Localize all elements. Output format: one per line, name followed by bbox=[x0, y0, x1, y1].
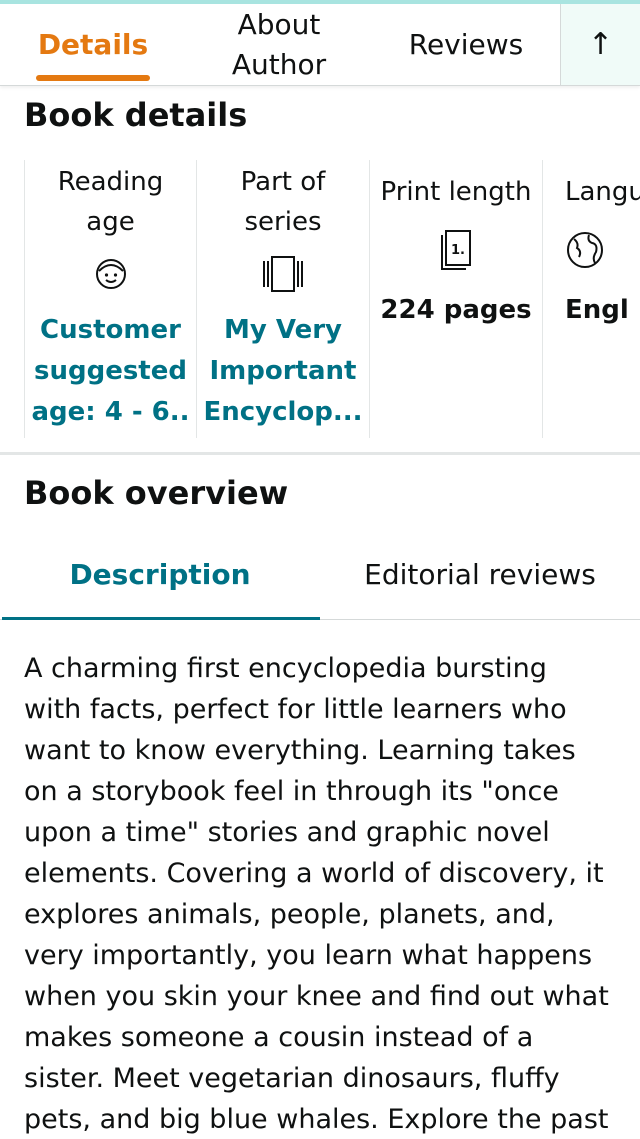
description-line: on a storybook feel in through its "once bbox=[24, 776, 559, 807]
tab-details[interactable]: Details bbox=[0, 4, 186, 85]
value-line: age: 4 - 6.. bbox=[31, 397, 190, 427]
book-overview-title: Book overview bbox=[24, 474, 289, 512]
detail-label: Print length bbox=[380, 177, 532, 207]
detail-label-line1: Reading bbox=[57, 167, 164, 197]
reading-age-link[interactable]: Customer suggested age: 4 - 6.. bbox=[31, 310, 189, 433]
detail-language[interactable]: Langu Engl bbox=[542, 160, 640, 438]
print-length-value: 224 pages bbox=[380, 295, 532, 325]
pages-icon-number: 1. bbox=[451, 243, 465, 258]
tab-reviews[interactable]: Reviews bbox=[372, 4, 560, 85]
description-line: elements. Covering a world of discovery,… bbox=[24, 858, 604, 889]
description-line: makes someone a cousin instead of a bbox=[24, 1022, 534, 1053]
tab-about-author[interactable]: About Author bbox=[186, 4, 372, 85]
detail-label: Langu bbox=[565, 177, 640, 207]
value-line: My Very bbox=[224, 315, 342, 345]
description-text: A charming first encyclopedia bursting w… bbox=[24, 648, 624, 1139]
value-line: Encyclop... bbox=[203, 397, 363, 427]
tab-editorial-reviews[interactable]: Editorial reviews bbox=[320, 540, 640, 619]
detail-label: Part of series bbox=[241, 162, 326, 242]
detail-label-line1: Part of bbox=[240, 167, 326, 197]
book-details-title: Book details bbox=[24, 96, 248, 134]
arrow-up-icon: ↑ bbox=[587, 26, 614, 62]
tab-about-author-line1: About bbox=[237, 7, 321, 41]
description-line: very importantly, you learn what happens bbox=[24, 940, 593, 971]
globe-icon bbox=[565, 230, 605, 270]
value-line: suggested bbox=[33, 356, 187, 386]
language-value: Engl bbox=[565, 295, 629, 325]
description-line: pets, and big blue whales. Explore the p… bbox=[24, 1104, 609, 1135]
overview-tabs: Description Editorial reviews bbox=[0, 540, 640, 620]
child-face-icon bbox=[94, 254, 128, 294]
detail-label: Reading age bbox=[58, 162, 164, 242]
section-divider bbox=[0, 452, 640, 455]
description-line: when you skin your knee and find out wha… bbox=[24, 981, 609, 1012]
description-line: with facts, perfect for little learners … bbox=[24, 694, 567, 725]
value-line: Customer bbox=[40, 315, 181, 345]
description-line: sister. Meet vegetarian dinosaurs, fluff… bbox=[24, 1063, 560, 1094]
value-line: Important bbox=[209, 356, 357, 386]
detail-part-of-series[interactable]: Part of series My Very Important Encyclo… bbox=[196, 160, 369, 438]
description-line: want to know everything. Learning takes bbox=[24, 735, 576, 766]
scroll-to-top-button[interactable]: ↑ bbox=[560, 4, 640, 85]
description-line: explores animals, people, planets, and, bbox=[24, 899, 555, 930]
description-line: A charming first encyclopedia bursting bbox=[24, 653, 547, 684]
product-section-tabs: Details About Author Reviews ↑ bbox=[0, 4, 640, 86]
tab-description[interactable]: Description bbox=[0, 540, 320, 620]
book-details-carousel[interactable]: Reading age Customer suggested age: 4 - … bbox=[24, 160, 640, 438]
pages-icon: 1. bbox=[440, 230, 472, 270]
book-series-icon bbox=[261, 254, 305, 294]
tab-about-author-line2: Author bbox=[231, 47, 327, 81]
detail-print-length[interactable]: Print length 1. 224 pages bbox=[369, 160, 542, 438]
detail-label-line2: age bbox=[86, 207, 135, 237]
series-link[interactable]: My Very Important Encyclop... bbox=[203, 310, 362, 433]
detail-reading-age[interactable]: Reading age Customer suggested age: 4 - … bbox=[24, 160, 196, 438]
description-line: upon a time" stories and graphic novel bbox=[24, 817, 550, 848]
detail-label-line2: series bbox=[244, 207, 322, 237]
